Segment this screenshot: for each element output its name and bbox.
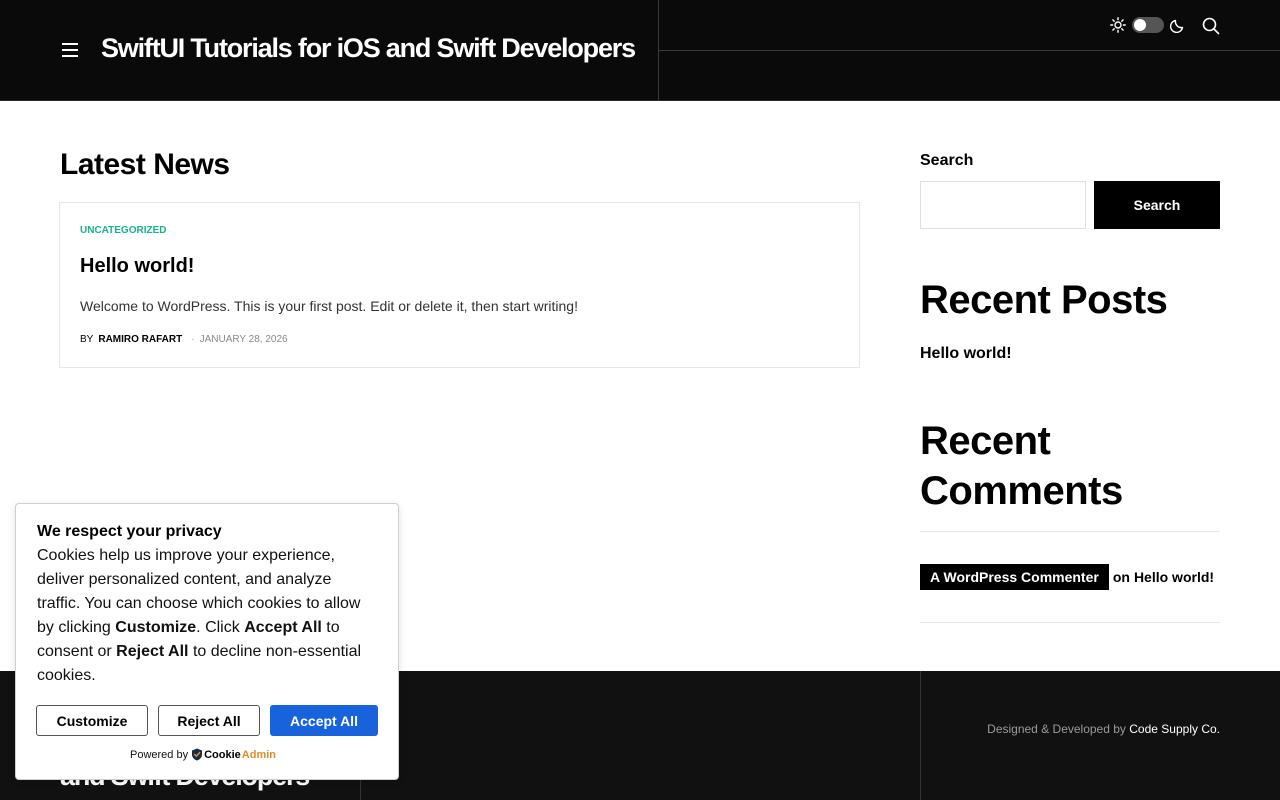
theme-toggle[interactable]: [1110, 16, 1186, 34]
cookieadmin-shield-icon: [192, 748, 203, 761]
divider: [920, 622, 1220, 623]
search-button[interactable]: Search: [1094, 181, 1220, 229]
menu-button[interactable]: [60, 40, 80, 60]
recent-posts-heading: Recent Posts: [920, 278, 1168, 322]
post-category-link[interactable]: UNCATEGORIZED: [80, 225, 166, 236]
footer-divider: [920, 671, 921, 800]
brand-admin-text: Admin: [241, 748, 277, 761]
post-title-link[interactable]: Hello world!: [80, 255, 194, 278]
search-widget-label: Search: [920, 152, 974, 169]
meta-by-label: BY: [80, 334, 94, 345]
powered-by-label: Powered by: [130, 748, 189, 761]
post-card: UNCATEGORIZED Hello world! Welcome to Wo…: [59, 202, 860, 368]
credit-prefix: Designed & Developed by: [987, 722, 1126, 736]
header-search-button[interactable]: [1201, 16, 1221, 36]
header-divider: [659, 50, 1280, 51]
credit-link[interactable]: Code Supply Co.: [1129, 722, 1220, 736]
comment-post-link[interactable]: Hello world!: [1134, 569, 1214, 585]
hamburger-icon: [62, 43, 78, 45]
sun-icon: [1110, 17, 1126, 33]
hamburger-icon-line: [62, 55, 78, 57]
theme-toggle-switch[interactable]: [1132, 17, 1164, 33]
cookie-banner-title: We respect your privacy: [37, 523, 222, 540]
cookie-powered-by: Powered by Cookie Admin: [130, 748, 276, 761]
cookie-consent-banner: We respect your privacy Cookies help us …: [15, 503, 399, 780]
post-excerpt: Welcome to WordPress. This is your first…: [80, 298, 578, 314]
hamburger-icon-line: [62, 49, 78, 51]
cookie-banner-text: Cookies help us improve your experience,…: [37, 544, 377, 688]
page-title: Latest News: [60, 148, 230, 181]
brand-cookie-text: Cookie: [204, 748, 241, 761]
cookie-accept-button[interactable]: Accept All: [270, 705, 378, 736]
cookie-text-bold: Reject All: [116, 643, 189, 660]
cookie-text-bold: Accept All: [244, 619, 322, 636]
cookie-reject-button[interactable]: Reject All: [158, 705, 260, 736]
divider: [920, 531, 1220, 532]
site-title[interactable]: SwiftUI Tutorials for iOS and Swift Deve…: [101, 33, 636, 64]
cookie-text-part: . Click: [196, 619, 240, 636]
meta-separator: ·: [191, 334, 195, 345]
comment-on-label: on: [1112, 569, 1130, 585]
cookie-text-bold: Customize: [115, 619, 197, 636]
site-header: SwiftUI Tutorials for iOS and Swift Deve…: [0, 0, 1280, 101]
recent-comments-heading: Recent Comments: [920, 419, 1123, 513]
moon-icon: [1170, 19, 1184, 33]
post-date: JANUARY 28, 2026: [199, 334, 288, 345]
comment-author-link[interactable]: A WordPress Commenter: [920, 564, 1109, 590]
search-icon: [1202, 17, 1220, 35]
recent-post-link[interactable]: Hello world!: [920, 345, 1012, 363]
post-author-link[interactable]: RAMIRO RAFART: [98, 334, 182, 345]
post-meta: BY RAMIRO RAFART · JANUARY 28, 2026: [80, 334, 288, 345]
toggle-knob: [1134, 19, 1146, 31]
cookieadmin-logo[interactable]: Cookie Admin: [191, 748, 276, 761]
search-input[interactable]: [920, 181, 1086, 229]
footer-credit: Designed & Developed by Code Supply Co.: [987, 722, 1220, 736]
recent-comment-item: A WordPress Commenter on Hello world!: [920, 564, 1214, 590]
cookie-customize-button[interactable]: Customize: [36, 705, 148, 736]
